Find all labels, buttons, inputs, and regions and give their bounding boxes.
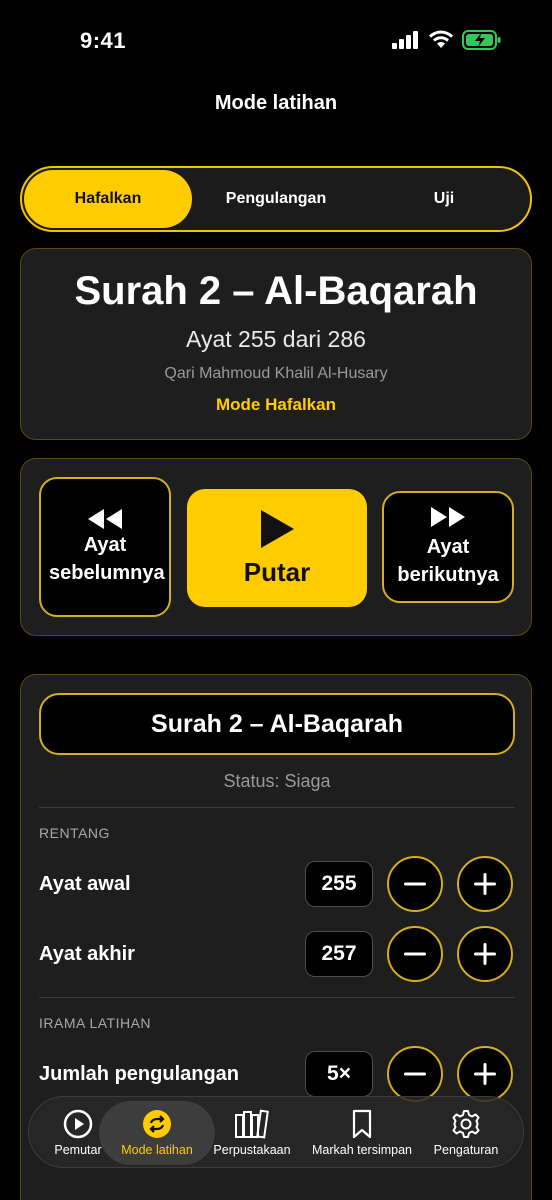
backward-icon xyxy=(88,509,122,529)
status-icons xyxy=(392,30,502,50)
tab-label: Mode latihan xyxy=(121,1143,193,1157)
rhythm-section-header: IRAMA LATIHAN xyxy=(39,1015,152,1031)
start-ayat-decrement-button[interactable] xyxy=(387,856,443,912)
minus-icon xyxy=(404,1072,426,1076)
signal-icon xyxy=(392,31,418,49)
next-ayat-button[interactable]: Ayat berikutnya xyxy=(382,491,514,603)
books-icon xyxy=(235,1109,269,1139)
status-bar: 9:41 xyxy=(0,0,552,80)
tab-label: Perpustakaan xyxy=(213,1143,291,1157)
repeat-count-value[interactable]: 5× xyxy=(305,1051,373,1097)
plus-icon xyxy=(474,1063,496,1085)
tab-label: Pemutar xyxy=(54,1143,102,1157)
status-text: Status: Siaga xyxy=(223,771,331,791)
start-ayat-increment-button[interactable] xyxy=(457,856,513,912)
tab-perpustakaan[interactable]: Perpustakaan xyxy=(207,1097,297,1169)
status-time: 9:41 xyxy=(80,28,127,53)
tab-pengaturan[interactable]: Pengaturan xyxy=(427,1097,505,1169)
qari-name: Qari Mahmoud Khalil Al-Husary xyxy=(164,365,388,382)
plus-icon xyxy=(474,873,496,895)
bookmark-icon xyxy=(352,1109,372,1139)
start-ayat-label: Ayat awal xyxy=(39,873,131,895)
tab-markah-tersimpan[interactable]: Markah tersimpan xyxy=(303,1097,421,1169)
gear-icon xyxy=(452,1110,480,1138)
end-ayat-value[interactable]: 257 xyxy=(305,931,373,977)
end-ayat-increment-button[interactable] xyxy=(457,926,513,982)
divider xyxy=(39,997,515,998)
tab-pengulangan[interactable]: Pengulangan xyxy=(192,170,360,228)
mode-label: Mode Hafalkan xyxy=(216,395,336,414)
previous-ayat-label: Ayat sebelumnya xyxy=(49,534,165,584)
play-label: Putar xyxy=(243,556,311,587)
start-ayat-value[interactable]: 255 xyxy=(305,861,373,907)
tab-uji[interactable]: Uji xyxy=(360,170,528,228)
forward-icon xyxy=(431,507,465,527)
divider xyxy=(39,807,515,808)
previous-ayat-button[interactable]: Ayat sebelumnya xyxy=(39,477,171,617)
surah-title: Surah 2 – Al-Baqarah xyxy=(74,269,478,313)
play-icon xyxy=(261,509,294,548)
tab-hafalkan[interactable]: Hafalkan xyxy=(24,170,192,228)
ayat-progress: Ayat 255 dari 286 xyxy=(186,326,366,352)
tab-pemutar[interactable]: Pemutar xyxy=(43,1097,113,1169)
playback-controls-card: Ayat sebelumnya Putar Ayat berikutnya xyxy=(20,458,532,636)
repeat-count-increment-button[interactable] xyxy=(457,1046,513,1102)
page-title: Mode latihan xyxy=(214,92,338,114)
tab-label: Pengaturan xyxy=(433,1143,499,1157)
repeat-count-decrement-button[interactable] xyxy=(387,1046,443,1102)
plus-icon xyxy=(474,943,496,965)
surah-info-card: Surah 2 – Al-Baqarah Ayat 255 dari 286 Q… xyxy=(20,248,532,440)
surah-select-button[interactable]: Surah 2 – Al-Baqarah xyxy=(39,693,515,755)
tab-label: Markah tersimpan xyxy=(311,1143,413,1157)
play-button[interactable]: Putar xyxy=(187,489,367,607)
next-ayat-label: Ayat berikutnya xyxy=(397,536,499,586)
play-circle-icon xyxy=(63,1109,93,1139)
minus-icon xyxy=(404,882,426,886)
repeat-icon xyxy=(143,1110,171,1138)
repeat-count-label: Jumlah pengulangan xyxy=(39,1063,240,1085)
end-ayat-label: Ayat akhir xyxy=(39,943,135,965)
mode-segmented-control: Hafalkan Pengulangan Uji xyxy=(20,166,532,232)
minus-icon xyxy=(404,952,426,956)
tab-mode-latihan[interactable]: Mode latihan xyxy=(115,1097,199,1169)
wifi-icon xyxy=(429,30,453,48)
tab-bar: Pemutar Mode latihan Perpustakaan Markah… xyxy=(28,1096,524,1168)
battery-charging-icon xyxy=(462,30,501,50)
end-ayat-decrement-button[interactable] xyxy=(387,926,443,982)
range-section-header: RENTANG xyxy=(39,825,110,841)
